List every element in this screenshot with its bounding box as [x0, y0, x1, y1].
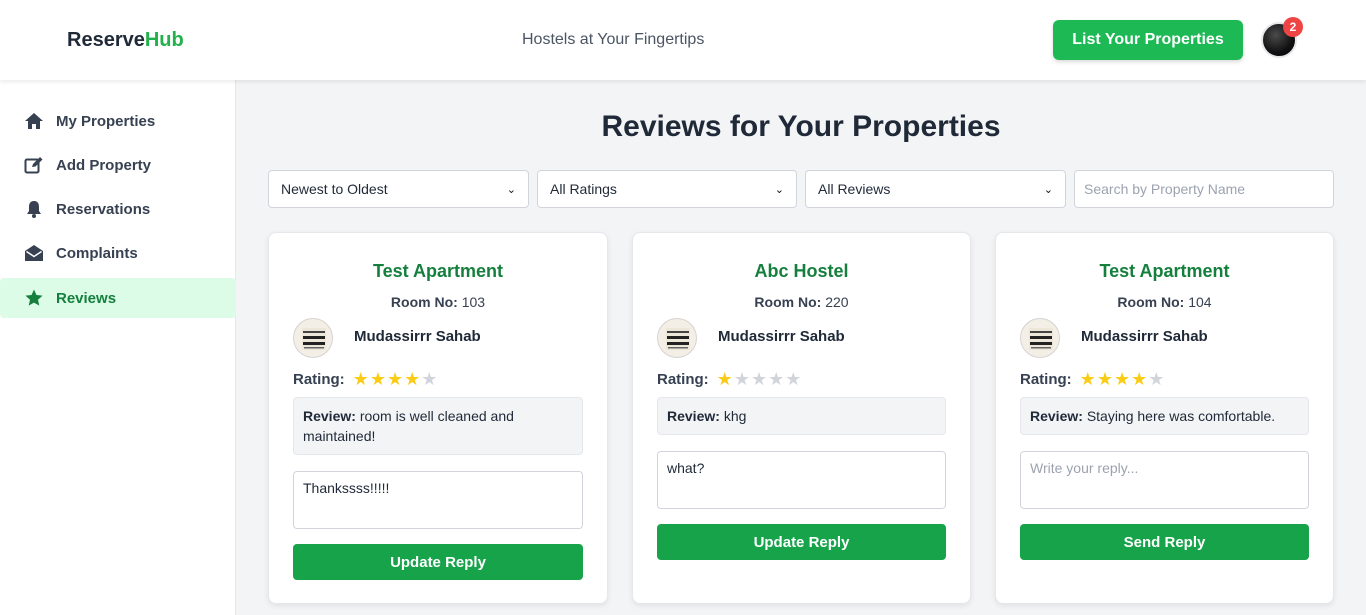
star-filled-icon: ★	[1131, 369, 1148, 389]
star-filled-icon: ★	[404, 369, 421, 389]
profile-menu[interactable]: 2	[1261, 17, 1303, 58]
review-card: Abc Hostel Room No: 220 Mudassirrr Sahab…	[632, 232, 971, 604]
sidebar-item-label: Complaints	[56, 244, 138, 262]
review-label: Review:	[667, 408, 720, 424]
room-label: Room No:	[754, 294, 822, 310]
star-empty-icon: ★	[421, 369, 438, 389]
star-icon	[24, 288, 44, 308]
star-empty-icon: ★	[1148, 369, 1165, 389]
sidebar-item-complaints[interactable]: Complaints	[0, 233, 236, 273]
chevron-down-icon: ⌄	[1043, 183, 1053, 196]
edit-icon	[24, 155, 44, 175]
room-number: Room No: 220	[633, 294, 970, 310]
send-reply-button[interactable]: Send Reply	[1020, 524, 1309, 560]
property-name: Abc Hostel	[754, 261, 849, 281]
star-empty-icon: ★	[785, 369, 802, 389]
star-empty-icon: ★	[750, 369, 768, 389]
rating-label: Rating:	[657, 371, 709, 388]
review-label: Review:	[1030, 408, 1083, 424]
review-label: Review:	[303, 408, 356, 424]
logo-text-accent: Hub	[144, 29, 184, 51]
sidebar-item-reviews[interactable]: Reviews	[0, 278, 236, 318]
review-content: khg	[723, 408, 747, 424]
update-reply-button[interactable]: Update Reply	[657, 524, 946, 560]
room-value: 104	[1188, 294, 1212, 310]
sidebar-item-label: Add Property	[56, 156, 152, 174]
star-rating: ★★★★★	[717, 369, 803, 390]
star-rating: ★★★★★	[1080, 369, 1166, 390]
rating-row: Rating: ★★★★★	[293, 369, 438, 390]
room-number: Room No: 103	[269, 294, 607, 310]
review-text: Review: Staying here was comfortable.	[1020, 397, 1309, 435]
review-text: Review: room is well cleaned and maintai…	[293, 397, 583, 455]
rating-label: Rating:	[293, 371, 345, 388]
page-title: Reviews for Your Properties	[601, 110, 1001, 143]
rating-row: Rating: ★★★★★	[657, 369, 802, 390]
sidebar: My Properties Add Property Reservations …	[0, 80, 236, 615]
review-filter-select[interactable]: All Reviews ⌄	[805, 170, 1066, 208]
top-header: ReserveHub Hostels at Your Fingertips Li…	[0, 0, 1366, 80]
sidebar-item-label: Reviews	[56, 289, 117, 307]
room-label: Room No:	[1117, 294, 1185, 310]
property-search-input[interactable]	[1074, 170, 1334, 208]
room-value: 103	[461, 294, 486, 310]
logo-text: Reserve	[67, 29, 145, 51]
sort-select-value: Newest to Oldest	[281, 181, 388, 197]
list-your-properties-button[interactable]: List Your Properties	[1053, 20, 1243, 60]
reviewer-name: Mudassirrr Sahab	[718, 328, 845, 345]
star-filled-icon: ★	[716, 369, 733, 389]
star-filled-icon: ★	[369, 369, 386, 389]
bell-icon	[24, 199, 44, 219]
property-name: Test Apartment	[372, 261, 504, 281]
sidebar-item-label: My Properties	[56, 112, 156, 130]
sort-select[interactable]: Newest to Oldest ⌄	[268, 170, 529, 208]
reviewer-name: Mudassirrr Sahab	[354, 328, 481, 345]
chevron-down-icon: ⌄	[774, 183, 784, 196]
sidebar-item-reservations[interactable]: Reservations	[0, 189, 236, 229]
room-number: Room No: 104	[996, 294, 1333, 310]
sidebar-item-label: Reservations	[56, 200, 151, 218]
property-name: Test Apartment	[1099, 261, 1230, 281]
sidebar-item-my-properties[interactable]: My Properties	[0, 101, 236, 141]
reply-textarea[interactable]	[657, 451, 946, 509]
review-content: Staying here was comfortable.	[1086, 408, 1276, 424]
reviewer-name: Mudassirrr Sahab	[1081, 328, 1208, 345]
reviewer-avatar	[1020, 318, 1060, 358]
star-filled-icon: ★	[1079, 369, 1096, 389]
reviewer-avatar	[293, 318, 333, 358]
star-rating: ★★★★★	[353, 369, 439, 390]
review-text: Review: khg	[657, 397, 946, 435]
logo[interactable]: ReserveHub	[67, 29, 184, 52]
update-reply-button[interactable]: Update Reply	[293, 544, 583, 580]
star-empty-icon: ★	[733, 369, 750, 389]
room-label: Room No:	[390, 294, 458, 310]
tagline: Hostels at Your Fingertips	[522, 31, 705, 48]
star-empty-icon: ★	[768, 369, 785, 389]
review-filter-value: All Reviews	[818, 181, 891, 197]
notification-badge: 2	[1283, 17, 1303, 37]
sidebar-item-add-property[interactable]: Add Property	[0, 145, 236, 185]
envelope-open-icon	[24, 243, 44, 263]
room-value: 220	[825, 294, 849, 310]
review-card: Test Apartment Room No: 103 Mudassirrr S…	[268, 232, 608, 604]
reply-textarea[interactable]	[293, 471, 583, 529]
reply-textarea[interactable]	[1020, 451, 1309, 509]
star-filled-icon: ★	[1113, 369, 1131, 389]
reviewer-avatar	[657, 318, 697, 358]
star-filled-icon: ★	[386, 369, 404, 389]
rating-row: Rating: ★★★★★	[1020, 369, 1165, 390]
star-filled-icon: ★	[1096, 369, 1113, 389]
rating-label: Rating:	[1020, 371, 1072, 388]
chevron-down-icon: ⌄	[506, 183, 516, 196]
star-filled-icon: ★	[352, 369, 369, 389]
home-icon	[24, 111, 44, 131]
review-card: Test Apartment Room No: 104 Mudassirrr S…	[995, 232, 1334, 604]
rating-filter-select[interactable]: All Ratings ⌄	[537, 170, 797, 208]
rating-filter-value: All Ratings	[550, 181, 617, 197]
